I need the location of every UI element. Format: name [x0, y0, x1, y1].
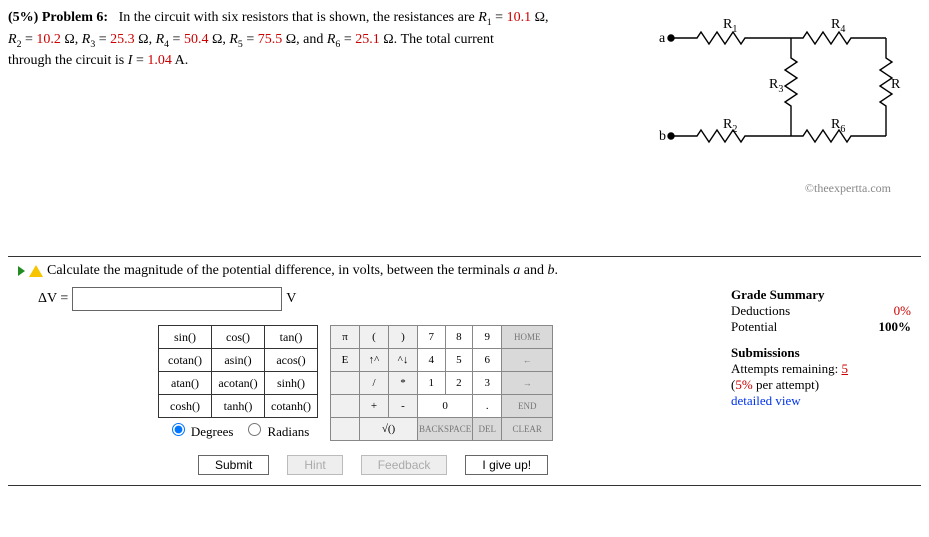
key-minus[interactable]: - [389, 395, 418, 418]
answer-prefix: ΔV = [38, 291, 68, 307]
fn-tan[interactable]: tan() [265, 326, 318, 349]
key-8[interactable]: 8 [445, 326, 473, 349]
problem-intro: In the circuit with six resistors that i… [119, 10, 475, 25]
key-rparen[interactable]: ) [389, 326, 418, 349]
grade-summary-panel: Grade Summary Deductions 0% Potential 10… [731, 263, 911, 475]
key-blank3 [331, 418, 360, 441]
r3-value: 25.3 [110, 32, 135, 47]
key-pi[interactable]: π [331, 326, 360, 349]
problem-statement: (5%) Problem 6: In the circuit with six … [8, 8, 621, 71]
deductions-value: 0% [894, 303, 911, 319]
key-div[interactable]: / [360, 372, 389, 395]
svg-text:R5: R5 [891, 77, 901, 95]
key-sqrt[interactable]: √() [360, 418, 418, 441]
fn-sinh[interactable]: sinh() [265, 372, 318, 395]
r5-value: 75.5 [258, 32, 283, 47]
fn-acotan[interactable]: acotan() [212, 372, 265, 395]
fn-atan[interactable]: atan() [159, 372, 212, 395]
problem-weight: (5%) Problem 6: [8, 10, 108, 25]
circuit-diagram: a b R1 R4 R3 R5 R2 R6 [651, 8, 901, 168]
detailed-view-link[interactable]: detailed view [731, 393, 911, 409]
key-left[interactable]: ← [502, 349, 553, 372]
mode-degrees[interactable]: Degrees [167, 424, 237, 439]
key-dot[interactable]: . [473, 395, 502, 418]
svg-text:a: a [659, 31, 666, 46]
key-7[interactable]: 7 [418, 326, 446, 349]
fn-asin[interactable]: asin() [212, 349, 265, 372]
key-lparen[interactable]: ( [360, 326, 389, 349]
fn-cos[interactable]: cos() [212, 326, 265, 349]
fn-sin[interactable]: sin() [159, 326, 212, 349]
fn-cotan[interactable]: cotan() [159, 349, 212, 372]
key-right[interactable]: → [502, 372, 553, 395]
hint-button[interactable]: Hint [287, 455, 342, 475]
copyright-text: ©theexpertta.com [641, 181, 891, 196]
deductions-label: Deductions [731, 303, 790, 319]
key-plus[interactable]: + [360, 395, 389, 418]
key-mul[interactable]: * [389, 372, 418, 395]
question-text: Calculate the magnitude of the potential… [47, 263, 558, 279]
key-e[interactable]: E [331, 349, 360, 372]
submit-button[interactable]: Submit [198, 455, 269, 475]
key-backspace[interactable]: BACKSPACE [418, 418, 473, 441]
r1-value: 10.1 [507, 10, 532, 25]
potential-value: 100% [879, 319, 912, 335]
key-blank [331, 372, 360, 395]
number-pad: π ( ) 7 8 9 HOME E ↑^ ^↓ 4 5 6 ← [330, 325, 553, 441]
attempts-label: Attempts remaining: [731, 361, 838, 376]
key-2[interactable]: 2 [445, 372, 473, 395]
key-0[interactable]: 0 [418, 395, 473, 418]
key-1[interactable]: 1 [418, 372, 446, 395]
warning-icon [29, 265, 43, 277]
fn-cotanh[interactable]: cotanh() [265, 395, 318, 418]
fn-acos[interactable]: acos() [265, 349, 318, 372]
r6-value: 25.1 [355, 32, 380, 47]
key-clear[interactable]: CLEAR [502, 418, 553, 441]
svg-text:R1: R1 [723, 17, 737, 35]
giveup-button[interactable]: I give up! [465, 455, 548, 475]
key-sup[interactable]: ↑^ [360, 349, 389, 372]
answer-input[interactable] [72, 287, 282, 311]
part-expand-icon[interactable] [18, 266, 25, 276]
grade-summary-title: Grade Summary [731, 287, 911, 303]
key-blank2 [331, 395, 360, 418]
key-6[interactable]: 6 [473, 349, 502, 372]
attempts-value: 5 [841, 361, 848, 376]
r2-value: 10.2 [36, 32, 61, 47]
key-3[interactable]: 3 [473, 372, 502, 395]
function-pad: sin() cos() tan() cotan() asin() acos() … [158, 325, 318, 418]
key-4[interactable]: 4 [418, 349, 446, 372]
answer-unit: V [286, 291, 296, 307]
potential-label: Potential [731, 319, 777, 335]
r4-value: 50.4 [184, 32, 209, 47]
key-end[interactable]: END [502, 395, 553, 418]
penalty-value: 5% [735, 377, 752, 392]
svg-text:b: b [659, 129, 666, 144]
submissions-title: Submissions [731, 345, 911, 361]
key-5[interactable]: 5 [445, 349, 473, 372]
key-sub[interactable]: ^↓ [389, 349, 418, 372]
svg-text:R2: R2 [723, 117, 737, 135]
fn-tanh[interactable]: tanh() [212, 395, 265, 418]
key-del[interactable]: DEL [473, 418, 502, 441]
mode-radians[interactable]: Radians [243, 424, 309, 439]
svg-text:R3: R3 [769, 77, 783, 95]
key-home[interactable]: HOME [502, 326, 553, 349]
fn-cosh[interactable]: cosh() [159, 395, 212, 418]
key-9[interactable]: 9 [473, 326, 502, 349]
i-value: 1.04 [147, 53, 172, 68]
feedback-button[interactable]: Feedback [361, 455, 448, 475]
